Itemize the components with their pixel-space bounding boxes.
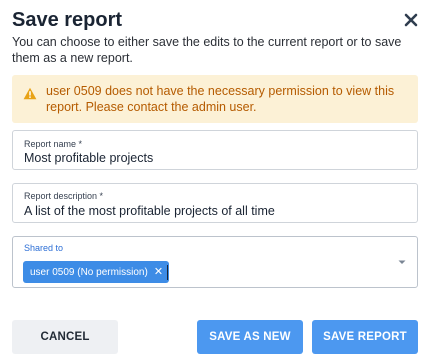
report-name-field[interactable]: Report name * Most profitable projects — [12, 130, 418, 170]
close-icon[interactable] — [403, 12, 419, 28]
report-name-input[interactable]: Most profitable projects — [24, 151, 153, 165]
shared-to-field[interactable]: Shared to user 0509 (No permission) ✕ — [12, 236, 418, 288]
text-cursor — [167, 265, 168, 280]
cancel-button[interactable]: CANCEL — [12, 320, 118, 354]
report-name-label: Report name * — [24, 139, 83, 149]
permission-warning-alert: user 0509 does not have the necessary pe… — [12, 75, 418, 123]
save-report-button[interactable]: SAVE REPORT — [312, 320, 418, 354]
chip-label: user 0509 (No permission) — [30, 266, 148, 278]
chevron-down-icon[interactable] — [393, 253, 411, 271]
report-description-field[interactable]: Report description * A list of the most … — [12, 183, 418, 223]
warning-icon — [23, 87, 37, 100]
alert-message: user 0509 does not have the necessary pe… — [46, 84, 395, 114]
save-as-new-button[interactable]: SAVE AS NEW — [197, 320, 303, 354]
report-description-input[interactable]: A list of the most profitable projects o… — [24, 204, 275, 218]
chip-remove-icon[interactable]: ✕ — [154, 266, 163, 278]
dialog-subtitle: You can choose to either save the edits … — [12, 35, 402, 65]
dialog-title: Save report — [12, 9, 123, 31]
save-report-dialog: Save report You can choose to either sav… — [0, 0, 434, 362]
shared-user-chip[interactable]: user 0509 (No permission) ✕ — [23, 261, 170, 283]
shared-to-label: Shared to — [24, 243, 64, 253]
report-description-label: Report description * — [24, 191, 104, 201]
